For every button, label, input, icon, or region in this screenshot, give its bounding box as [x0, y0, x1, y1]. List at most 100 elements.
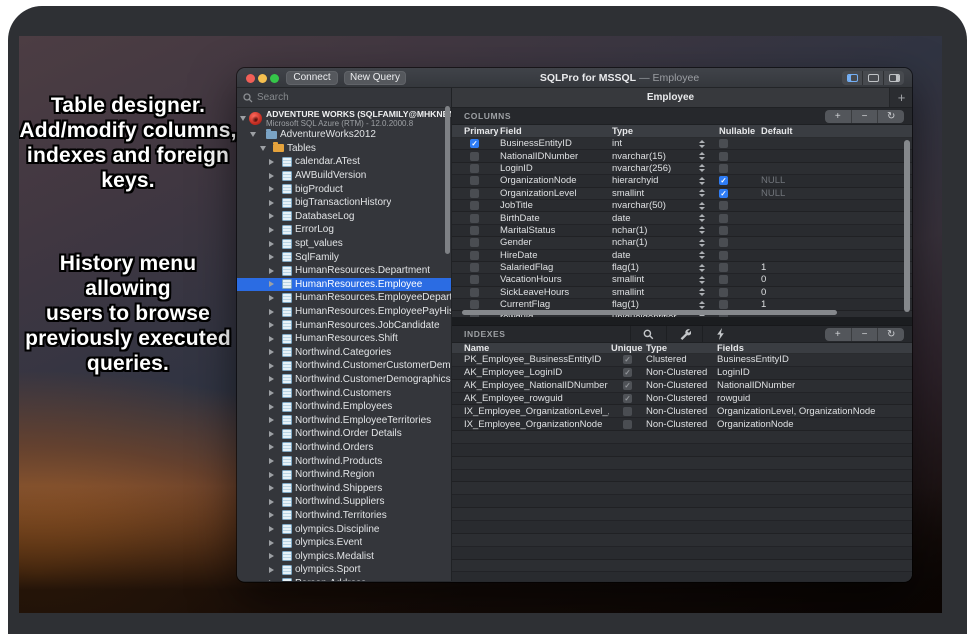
toggle-right-panel-button[interactable] [883, 71, 904, 85]
sidebar-item-northwind-employees[interactable]: Northwind.Employees [237, 400, 451, 414]
sidebar-item-humanresources-department[interactable]: HumanResources.Department [237, 264, 451, 278]
default-cell[interactable]: 1 [759, 299, 912, 310]
disclosure-right-icon[interactable] [269, 540, 274, 546]
nullable-checkbox[interactable] [719, 214, 728, 223]
sidebar-item-northwind-suppliers[interactable]: Northwind.Suppliers [237, 495, 451, 509]
disclosure-down-icon[interactable] [240, 116, 246, 121]
type-stepper[interactable] [699, 276, 705, 284]
disclosure-right-icon[interactable] [269, 268, 274, 274]
default-cell[interactable]: NULL [759, 188, 912, 199]
disclosure-right-icon[interactable] [269, 472, 274, 478]
columns-horizontal-scrollbar[interactable] [462, 310, 837, 315]
index-row[interactable]: PK_Employee_BusinessEntityIDClusteredBus… [452, 354, 912, 367]
disclosure-right-icon[interactable] [269, 322, 274, 328]
disclosure-right-icon[interactable] [269, 567, 274, 573]
primary-checkbox[interactable] [470, 214, 479, 223]
type-value[interactable]: flag(1) [612, 299, 699, 310]
type-stepper[interactable] [699, 164, 705, 172]
unique-checkbox[interactable] [623, 355, 632, 364]
type-stepper[interactable] [699, 189, 705, 197]
sidebar-item-database[interactable]: AdventureWorks2012 [237, 128, 451, 142]
sidebar-item-bigproduct[interactable]: bigProduct [237, 182, 451, 196]
remove-index-button[interactable]: − [851, 328, 878, 341]
primary-checkbox[interactable] [470, 139, 479, 148]
sidebar-item-calendar-atest[interactable]: calendar.ATest [237, 155, 451, 169]
sidebar-item-humanresources-employeedepartmenthistory[interactable]: HumanResources.EmployeeDepartmentHistory [237, 291, 451, 305]
refresh-indexes-button[interactable]: ↻ [877, 328, 904, 341]
primary-checkbox[interactable] [470, 251, 479, 260]
type-value[interactable]: smallint [612, 274, 699, 285]
column-row[interactable]: OrganizationLevelsmallintNULL [452, 188, 912, 200]
type-value[interactable]: nvarchar(256) [612, 163, 699, 174]
disclosure-right-icon[interactable] [269, 200, 274, 206]
disclosure-right-icon[interactable] [269, 349, 274, 355]
type-value[interactable]: smallint [612, 287, 699, 298]
disclosure-right-icon[interactable] [269, 553, 274, 559]
primary-checkbox[interactable] [470, 300, 479, 309]
sidebar-item-olympics-discipline[interactable]: olympics.Discipline [237, 522, 451, 536]
type-stepper[interactable] [699, 288, 705, 296]
column-row[interactable]: HireDatedate [452, 250, 912, 262]
primary-checkbox[interactable] [470, 201, 479, 210]
sidebar-item-tables-folder[interactable]: Tables [237, 142, 451, 156]
index-tools-button[interactable] [666, 326, 702, 342]
index-row[interactable]: AK_Employee_NationalIDNumberNon-Clustere… [452, 380, 912, 393]
disclosure-right-icon[interactable] [269, 227, 274, 233]
primary-checkbox[interactable] [470, 189, 479, 198]
default-cell[interactable]: 0 [759, 287, 912, 298]
sidebar-item-awbuildversion[interactable]: AWBuildVersion [237, 169, 451, 183]
toggle-bottom-panel-button[interactable] [862, 71, 883, 85]
type-value[interactable]: nvarchar(50) [612, 200, 699, 211]
type-value[interactable]: nchar(1) [612, 237, 699, 248]
disclosure-right-icon[interactable] [269, 186, 274, 192]
nullable-checkbox[interactable] [719, 189, 728, 198]
nullable-checkbox[interactable] [719, 263, 728, 272]
disclosure-right-icon[interactable] [269, 159, 274, 165]
add-index-button[interactable]: + [825, 328, 851, 341]
type-stepper[interactable] [699, 202, 705, 210]
index-row[interactable]: AK_Employee_LoginIDNon-ClusteredLoginID [452, 367, 912, 380]
disclosure-right-icon[interactable] [269, 485, 274, 491]
disclosure-right-icon[interactable] [269, 580, 274, 581]
remove-column-button[interactable]: − [851, 110, 878, 123]
sidebar-item-northwind-customercustomerdemo[interactable]: Northwind.CustomerCustomerDemo [237, 359, 451, 373]
sidebar-item-northwind-customerdemographics[interactable]: Northwind.CustomerDemographics [237, 373, 451, 387]
nullable-checkbox[interactable] [719, 139, 728, 148]
type-stepper[interactable] [699, 152, 705, 160]
sidebar-item-humanresources-jobcandidate[interactable]: HumanResources.JobCandidate [237, 318, 451, 332]
sidebar-item-spt-values[interactable]: spt_values [237, 237, 451, 251]
connect-button[interactable]: Connect [286, 71, 338, 85]
sidebar-item-humanresources-employee[interactable]: HumanResources.Employee [237, 278, 451, 292]
nullable-checkbox[interactable] [719, 251, 728, 260]
disclosure-right-icon[interactable] [269, 431, 274, 437]
new-query-button[interactable]: New Query [344, 71, 406, 85]
sidebar-item-northwind-region[interactable]: Northwind.Region [237, 468, 451, 482]
column-row[interactable]: OrganizationNodehierarchyidNULL [452, 175, 912, 187]
refresh-columns-button[interactable]: ↻ [877, 110, 904, 123]
type-value[interactable]: hierarchyid [612, 175, 699, 186]
sidebar-item-northwind-categories[interactable]: Northwind.Categories [237, 346, 451, 360]
zoom-button[interactable] [270, 74, 279, 83]
disclosure-right-icon[interactable] [269, 444, 274, 450]
disclosure-right-icon[interactable] [269, 254, 274, 260]
disclosure-right-icon[interactable] [269, 241, 274, 247]
column-row[interactable]: BirthDatedate [452, 212, 912, 224]
type-stepper[interactable] [699, 239, 705, 247]
type-value[interactable]: nchar(1) [612, 225, 699, 236]
nullable-checkbox[interactable] [719, 238, 728, 247]
sidebar-item-sqlfamily[interactable]: SqlFamily [237, 250, 451, 264]
close-button[interactable] [246, 74, 255, 83]
column-row[interactable]: LoginIDnvarchar(256) [452, 163, 912, 175]
nullable-checkbox[interactable] [719, 176, 728, 185]
panel-divider[interactable] [452, 317, 912, 325]
column-row[interactable]: VacationHourssmallint0 [452, 274, 912, 286]
nullable-checkbox[interactable] [719, 275, 728, 284]
type-stepper[interactable] [699, 251, 705, 259]
type-value[interactable]: flag(1) [612, 262, 699, 273]
column-row[interactable]: BusinessEntityIDint [452, 138, 912, 150]
type-value[interactable]: date [612, 250, 699, 261]
disclosure-down-icon[interactable] [250, 132, 256, 137]
disclosure-right-icon[interactable] [269, 295, 274, 301]
type-value[interactable]: smallint [612, 188, 699, 199]
disclosure-right-icon[interactable] [269, 173, 274, 179]
